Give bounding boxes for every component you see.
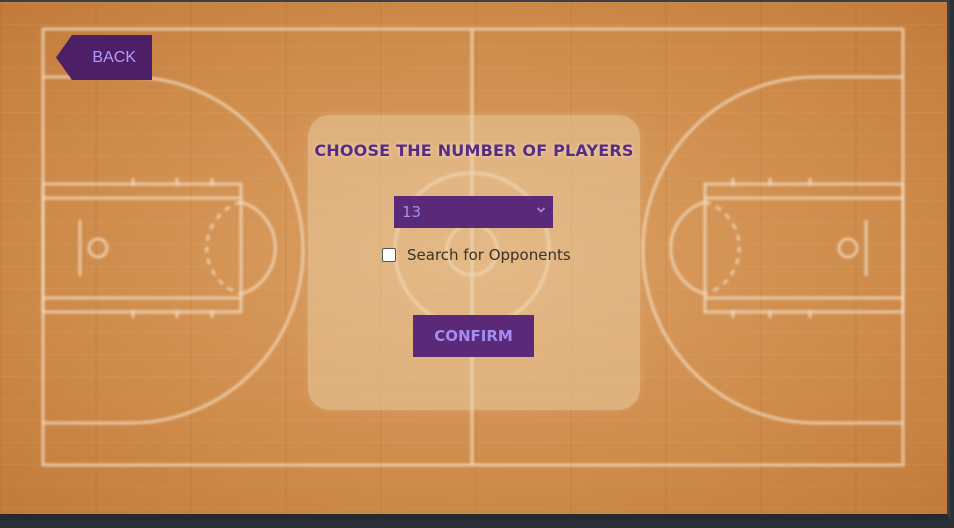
basketball-court-background: BACK CHOOSE THE NUMBER OF PLAYERS 13 Sea… xyxy=(0,0,950,520)
search-opponents-row[interactable]: Search for Opponents xyxy=(382,245,571,265)
search-opponents-checkbox[interactable] xyxy=(382,248,396,262)
search-opponents-label: Search for Opponents xyxy=(407,246,571,264)
confirm-button[interactable]: CONFIRM xyxy=(413,315,534,357)
player-count-dialog: CHOOSE THE NUMBER OF PLAYERS 13 Search f… xyxy=(308,115,640,410)
dialog-title: CHOOSE THE NUMBER OF PLAYERS xyxy=(314,141,634,160)
player-count-value: 13 xyxy=(402,203,422,221)
back-button[interactable]: BACK xyxy=(56,35,152,80)
back-button-label: BACK xyxy=(92,48,136,66)
player-count-select[interactable]: 13 xyxy=(394,196,553,228)
chevron-down-icon xyxy=(536,207,546,213)
confirm-button-label: CONFIRM xyxy=(434,327,513,345)
back-button-wrapper: BACK xyxy=(56,35,152,80)
